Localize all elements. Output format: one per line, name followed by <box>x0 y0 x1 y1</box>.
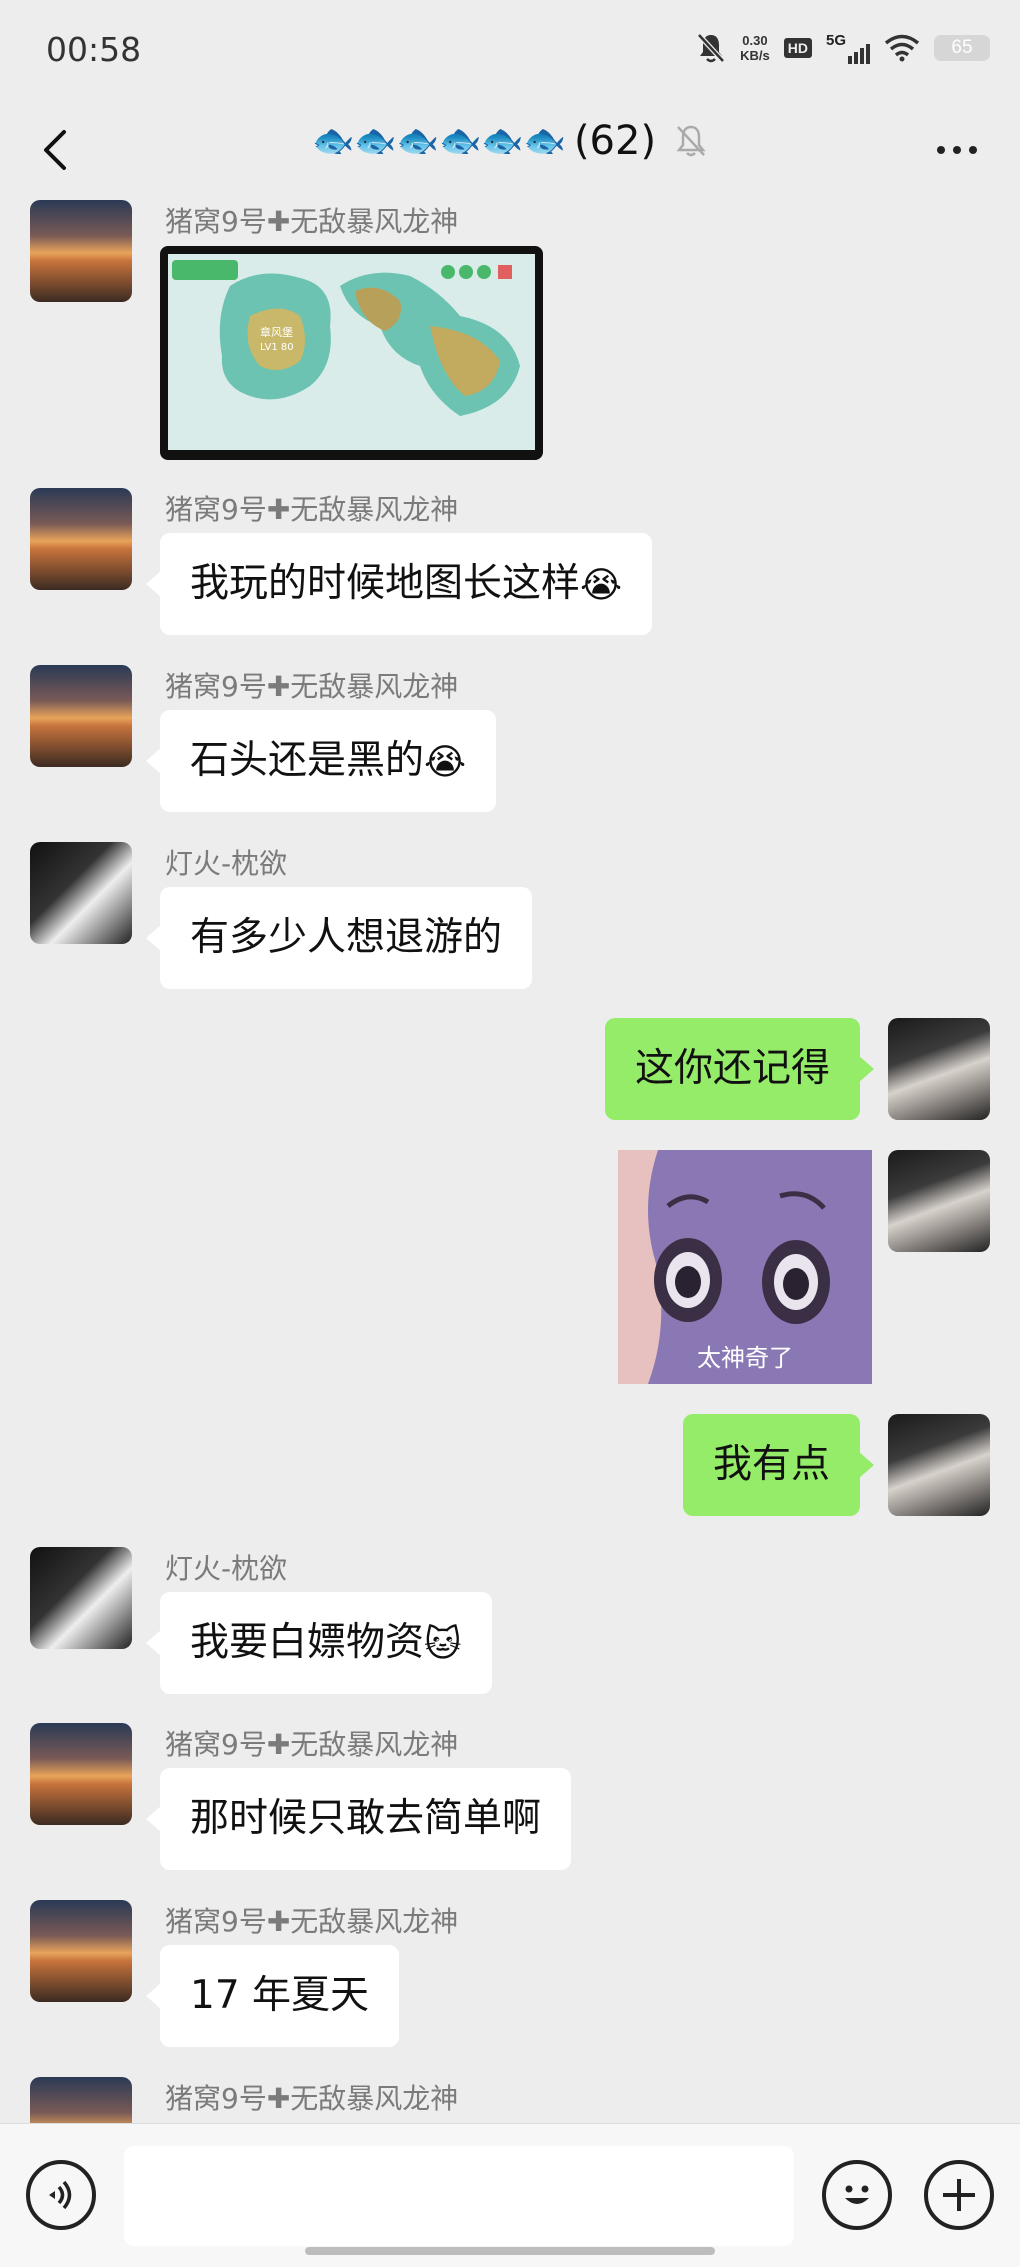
emoji-button[interactable] <box>822 2160 892 2230</box>
message-bubble-self[interactable]: 我有点 <box>682 1414 875 1516</box>
sender-name: 猪窝9号✚无敌暴风龙神 <box>165 1728 459 1761</box>
hd-badge: HD <box>783 38 812 58</box>
message-bubble[interactable]: 石头还是黑的😭 <box>145 710 497 812</box>
muted-bell-icon <box>676 125 706 157</box>
network-speed: 0.30 KB/s <box>740 33 770 63</box>
avatar[interactable] <box>30 2077 132 2123</box>
chat-header: 🐟🐟🐟🐟🐟🐟 (62) <box>0 100 1020 200</box>
more-options-button[interactable] <box>922 120 992 180</box>
avatar[interactable] <box>30 1547 132 1649</box>
avatar[interactable] <box>30 1723 132 1825</box>
sender-name: 猪窝9号✚无敌暴风龙神 <box>165 2082 459 2115</box>
avatar-self[interactable] <box>888 1414 990 1516</box>
message-text: 我要白嫖物资 <box>190 1620 425 1665</box>
chat-messages[interactable]: 猪窝9号✚无敌暴风龙神 章风堡 LV1 80 猪窝9号✚无敌暴风龙神 我玩的时候… <box>0 200 1020 2123</box>
message-bubble[interactable]: 我玩的时候地图长这样😭 <box>145 533 653 635</box>
message-text: 17 年夏天 <box>190 1973 370 2018</box>
sticker-message[interactable]: 太神奇了 <box>618 1150 872 1384</box>
avatar-self[interactable] <box>888 1150 990 1252</box>
voice-input-button[interactable] <box>26 2160 96 2230</box>
message-text: 我玩的时候地图长这样 <box>190 561 581 606</box>
avatar[interactable] <box>30 200 132 302</box>
plus-icon <box>943 2179 975 2211</box>
message-text: 那时候只敢去简单啊 <box>190 1796 542 1841</box>
crying-laughing-emoji: 😭 <box>580 564 623 606</box>
sender-name: 灯火-枕欲 <box>165 847 288 880</box>
add-attachment-button[interactable] <box>924 2160 994 2230</box>
status-icons: 0.30 KB/s HD 5G 65 <box>696 26 990 70</box>
game-map-image: 章风堡 LV1 80 <box>168 254 535 450</box>
avatar[interactable] <box>30 1900 132 2002</box>
image-message[interactable]: 章风堡 LV1 80 <box>160 246 543 460</box>
home-indicator[interactable] <box>305 2247 715 2255</box>
purple-creature-sticker: 太神奇了 <box>618 1150 872 1384</box>
battery-indicator: 65 <box>934 35 990 61</box>
signal-icon: 5G <box>826 32 870 64</box>
sender-name: 猪窝9号✚无敌暴风龙神 <box>165 205 459 238</box>
network-type: 5G <box>825 32 846 49</box>
avatar-self[interactable] <box>888 1018 990 1120</box>
map-level-label: LV1 80 <box>260 342 294 353</box>
chat-title: 🐟🐟🐟🐟🐟🐟 (62) <box>0 118 1020 164</box>
map-location-label: 章风堡 <box>260 325 293 339</box>
sender-name: 猪窝9号✚无敌暴风龙神 <box>165 1905 459 1938</box>
network-speed-value: 0.30 <box>742 33 768 48</box>
avatar[interactable] <box>30 665 132 767</box>
message-bubble[interactable]: 我要白嫖物资🐱 <box>146 1592 492 1694</box>
message-bubble[interactable]: 17 年夏天 <box>145 1945 400 2047</box>
sender-name: 猪窝9号✚无敌暴风龙神 <box>165 670 459 703</box>
title-fish-emojis: 🐟🐟🐟🐟🐟🐟 <box>311 121 566 161</box>
sender-name: 灯火-枕欲 <box>165 1552 288 1585</box>
network-speed-unit: KB/s <box>740 48 770 63</box>
message-text: 石头还是黑的 <box>190 738 425 783</box>
voice-icon <box>49 2180 72 2210</box>
message-text: 我有点 <box>712 1442 830 1487</box>
message-bubble-self[interactable]: 这你还记得 <box>604 1018 875 1120</box>
message-text: 这你还记得 <box>634 1046 830 1091</box>
sender-name: 猪窝9号✚无敌暴风龙神 <box>165 493 459 526</box>
smiley-icon <box>845 2185 869 2204</box>
member-count: (62) <box>573 118 657 164</box>
message-text: 有多少人想退游的 <box>190 915 503 960</box>
sticker-caption: 太神奇了 <box>697 1344 793 1372</box>
message-bubble[interactable]: 有多少人想退游的 <box>145 887 533 989</box>
avatar[interactable] <box>30 842 132 944</box>
status-time: 00:58 <box>46 30 142 69</box>
wifi-icon <box>884 34 920 62</box>
status-bar: 00:58 0.30 KB/s HD 5G 65 <box>0 0 1020 100</box>
cat-emoji: 🐱 <box>424 1623 462 1665</box>
crying-laughing-emoji: 😭 <box>424 741 467 783</box>
message-input[interactable] <box>124 2146 794 2246</box>
avatar[interactable] <box>30 488 132 590</box>
message-bubble[interactable]: 那时候只敢去简单啊 <box>145 1768 572 1870</box>
mute-bell-icon <box>697 33 725 63</box>
input-bar <box>0 2123 1020 2267</box>
